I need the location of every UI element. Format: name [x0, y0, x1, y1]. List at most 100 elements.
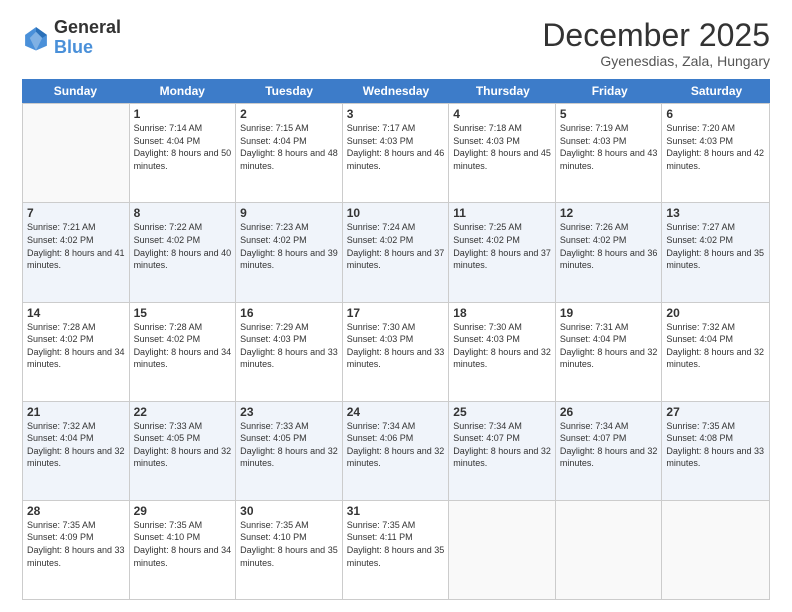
month-title: December 2025: [542, 18, 770, 53]
header-day: Sunday: [22, 79, 129, 103]
day-number: 31: [347, 504, 445, 518]
calendar-cell: 30Sunrise: 7:35 AMSunset: 4:10 PMDayligh…: [236, 501, 343, 599]
calendar-cell: 27Sunrise: 7:35 AMSunset: 4:08 PMDayligh…: [662, 402, 769, 500]
calendar-cell: 10Sunrise: 7:24 AMSunset: 4:02 PMDayligh…: [343, 203, 450, 301]
day-number: 8: [134, 206, 232, 220]
day-info: Sunrise: 7:28 AMSunset: 4:02 PMDaylight:…: [27, 321, 125, 371]
day-number: 28: [27, 504, 125, 518]
day-info: Sunrise: 7:14 AMSunset: 4:04 PMDaylight:…: [134, 122, 232, 172]
day-info: Sunrise: 7:32 AMSunset: 4:04 PMDaylight:…: [27, 420, 125, 470]
calendar-header: SundayMondayTuesdayWednesdayThursdayFrid…: [22, 79, 770, 103]
title-block: December 2025 Gyenesdias, Zala, Hungary: [542, 18, 770, 69]
calendar-cell: 12Sunrise: 7:26 AMSunset: 4:02 PMDayligh…: [556, 203, 663, 301]
day-number: 18: [453, 306, 551, 320]
page: General Blue December 2025 Gyenesdias, Z…: [0, 0, 792, 612]
day-number: 11: [453, 206, 551, 220]
calendar-cell: 5Sunrise: 7:19 AMSunset: 4:03 PMDaylight…: [556, 104, 663, 202]
day-info: Sunrise: 7:20 AMSunset: 4:03 PMDaylight:…: [666, 122, 765, 172]
day-info: Sunrise: 7:22 AMSunset: 4:02 PMDaylight:…: [134, 221, 232, 271]
day-info: Sunrise: 7:32 AMSunset: 4:04 PMDaylight:…: [666, 321, 765, 371]
day-number: 14: [27, 306, 125, 320]
calendar-cell: 20Sunrise: 7:32 AMSunset: 4:04 PMDayligh…: [662, 303, 769, 401]
header: General Blue December 2025 Gyenesdias, Z…: [22, 18, 770, 69]
calendar-cell: 22Sunrise: 7:33 AMSunset: 4:05 PMDayligh…: [130, 402, 237, 500]
calendar-cell: 8Sunrise: 7:22 AMSunset: 4:02 PMDaylight…: [130, 203, 237, 301]
day-number: 6: [666, 107, 765, 121]
calendar-cell: 18Sunrise: 7:30 AMSunset: 4:03 PMDayligh…: [449, 303, 556, 401]
calendar-cell: 1Sunrise: 7:14 AMSunset: 4:04 PMDaylight…: [130, 104, 237, 202]
day-number: 16: [240, 306, 338, 320]
header-day: Tuesday: [236, 79, 343, 103]
day-info: Sunrise: 7:30 AMSunset: 4:03 PMDaylight:…: [453, 321, 551, 371]
day-info: Sunrise: 7:34 AMSunset: 4:07 PMDaylight:…: [560, 420, 658, 470]
day-info: Sunrise: 7:25 AMSunset: 4:02 PMDaylight:…: [453, 221, 551, 271]
day-number: 26: [560, 405, 658, 419]
day-number: 2: [240, 107, 338, 121]
day-info: Sunrise: 7:35 AMSunset: 4:11 PMDaylight:…: [347, 519, 445, 569]
calendar-cell: 31Sunrise: 7:35 AMSunset: 4:11 PMDayligh…: [343, 501, 450, 599]
day-info: Sunrise: 7:28 AMSunset: 4:02 PMDaylight:…: [134, 321, 232, 371]
day-info: Sunrise: 7:29 AMSunset: 4:03 PMDaylight:…: [240, 321, 338, 371]
day-info: Sunrise: 7:19 AMSunset: 4:03 PMDaylight:…: [560, 122, 658, 172]
day-number: 23: [240, 405, 338, 419]
day-info: Sunrise: 7:18 AMSunset: 4:03 PMDaylight:…: [453, 122, 551, 172]
day-info: Sunrise: 7:15 AMSunset: 4:04 PMDaylight:…: [240, 122, 338, 172]
day-info: Sunrise: 7:26 AMSunset: 4:02 PMDaylight:…: [560, 221, 658, 271]
calendar-cell: 14Sunrise: 7:28 AMSunset: 4:02 PMDayligh…: [23, 303, 130, 401]
calendar-cell: 21Sunrise: 7:32 AMSunset: 4:04 PMDayligh…: [23, 402, 130, 500]
day-number: 9: [240, 206, 338, 220]
calendar-cell: 29Sunrise: 7:35 AMSunset: 4:10 PMDayligh…: [130, 501, 237, 599]
calendar-cell: 28Sunrise: 7:35 AMSunset: 4:09 PMDayligh…: [23, 501, 130, 599]
day-number: 20: [666, 306, 765, 320]
day-number: 1: [134, 107, 232, 121]
day-info: Sunrise: 7:27 AMSunset: 4:02 PMDaylight:…: [666, 221, 765, 271]
day-info: Sunrise: 7:17 AMSunset: 4:03 PMDaylight:…: [347, 122, 445, 172]
calendar-cell: 9Sunrise: 7:23 AMSunset: 4:02 PMDaylight…: [236, 203, 343, 301]
day-number: 19: [560, 306, 658, 320]
day-info: Sunrise: 7:34 AMSunset: 4:07 PMDaylight:…: [453, 420, 551, 470]
calendar-body: 1Sunrise: 7:14 AMSunset: 4:04 PMDaylight…: [22, 103, 770, 600]
calendar-cell: [23, 104, 130, 202]
day-number: 5: [560, 107, 658, 121]
calendar-cell: 6Sunrise: 7:20 AMSunset: 4:03 PMDaylight…: [662, 104, 769, 202]
calendar: SundayMondayTuesdayWednesdayThursdayFrid…: [22, 79, 770, 600]
day-info: Sunrise: 7:30 AMSunset: 4:03 PMDaylight:…: [347, 321, 445, 371]
day-info: Sunrise: 7:35 AMSunset: 4:08 PMDaylight:…: [666, 420, 765, 470]
day-info: Sunrise: 7:21 AMSunset: 4:02 PMDaylight:…: [27, 221, 125, 271]
logo: General Blue: [22, 18, 121, 58]
day-info: Sunrise: 7:34 AMSunset: 4:06 PMDaylight:…: [347, 420, 445, 470]
day-number: 27: [666, 405, 765, 419]
calendar-cell: [556, 501, 663, 599]
header-day: Wednesday: [343, 79, 450, 103]
calendar-row: 28Sunrise: 7:35 AMSunset: 4:09 PMDayligh…: [23, 500, 769, 599]
day-info: Sunrise: 7:31 AMSunset: 4:04 PMDaylight:…: [560, 321, 658, 371]
day-info: Sunrise: 7:35 AMSunset: 4:10 PMDaylight:…: [134, 519, 232, 569]
calendar-cell: 23Sunrise: 7:33 AMSunset: 4:05 PMDayligh…: [236, 402, 343, 500]
header-day: Thursday: [449, 79, 556, 103]
calendar-cell: [662, 501, 769, 599]
header-day: Monday: [129, 79, 236, 103]
day-info: Sunrise: 7:35 AMSunset: 4:10 PMDaylight:…: [240, 519, 338, 569]
day-number: 17: [347, 306, 445, 320]
day-number: 30: [240, 504, 338, 518]
day-number: 12: [560, 206, 658, 220]
calendar-cell: 11Sunrise: 7:25 AMSunset: 4:02 PMDayligh…: [449, 203, 556, 301]
day-info: Sunrise: 7:24 AMSunset: 4:02 PMDaylight:…: [347, 221, 445, 271]
calendar-row: 7Sunrise: 7:21 AMSunset: 4:02 PMDaylight…: [23, 202, 769, 301]
calendar-row: 14Sunrise: 7:28 AMSunset: 4:02 PMDayligh…: [23, 302, 769, 401]
calendar-cell: 16Sunrise: 7:29 AMSunset: 4:03 PMDayligh…: [236, 303, 343, 401]
calendar-cell: 4Sunrise: 7:18 AMSunset: 4:03 PMDaylight…: [449, 104, 556, 202]
header-day: Friday: [556, 79, 663, 103]
day-info: Sunrise: 7:33 AMSunset: 4:05 PMDaylight:…: [134, 420, 232, 470]
calendar-cell: 24Sunrise: 7:34 AMSunset: 4:06 PMDayligh…: [343, 402, 450, 500]
calendar-cell: 2Sunrise: 7:15 AMSunset: 4:04 PMDaylight…: [236, 104, 343, 202]
day-info: Sunrise: 7:23 AMSunset: 4:02 PMDaylight:…: [240, 221, 338, 271]
day-number: 25: [453, 405, 551, 419]
calendar-cell: 7Sunrise: 7:21 AMSunset: 4:02 PMDaylight…: [23, 203, 130, 301]
day-number: 7: [27, 206, 125, 220]
calendar-cell: 15Sunrise: 7:28 AMSunset: 4:02 PMDayligh…: [130, 303, 237, 401]
day-number: 22: [134, 405, 232, 419]
day-number: 29: [134, 504, 232, 518]
header-day: Saturday: [663, 79, 770, 103]
day-number: 15: [134, 306, 232, 320]
